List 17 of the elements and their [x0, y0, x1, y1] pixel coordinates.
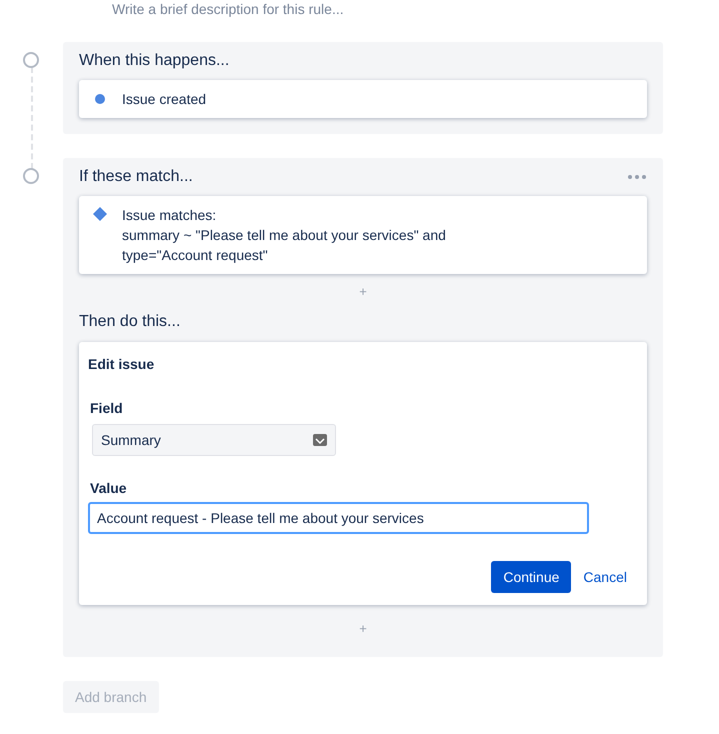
rule-description-placeholder[interactable]: Write a brief description for this rule... [112, 0, 344, 18]
value-input[interactable]: Account request - Please tell me about your services [88, 502, 589, 534]
cancel-link[interactable]: Cancel [583, 561, 627, 593]
field-label: Field [90, 400, 124, 416]
component-text: Issue matches: summary ~ "Please tell me about your services" and type="Account request" [122, 206, 446, 265]
component-card[interactable]: Issue created [79, 80, 647, 118]
step-title: If these match... [79, 167, 193, 187]
continue-button[interactable]: Continue [491, 561, 572, 593]
component-text: Issue created [122, 90, 206, 109]
step-title: When this happens... [79, 51, 230, 71]
more-options-icon[interactable] [627, 174, 647, 180]
step-title: Then do this... [79, 312, 182, 332]
card-title: Edit issue [88, 356, 156, 372]
dropdown-icon [313, 434, 327, 446]
component-card[interactable]: Issue matches: summary ~ "Please tell me about your services" and type="Account request" [79, 196, 647, 274]
value-label: Value [90, 480, 128, 496]
field-select[interactable]: Summary [92, 424, 336, 456]
